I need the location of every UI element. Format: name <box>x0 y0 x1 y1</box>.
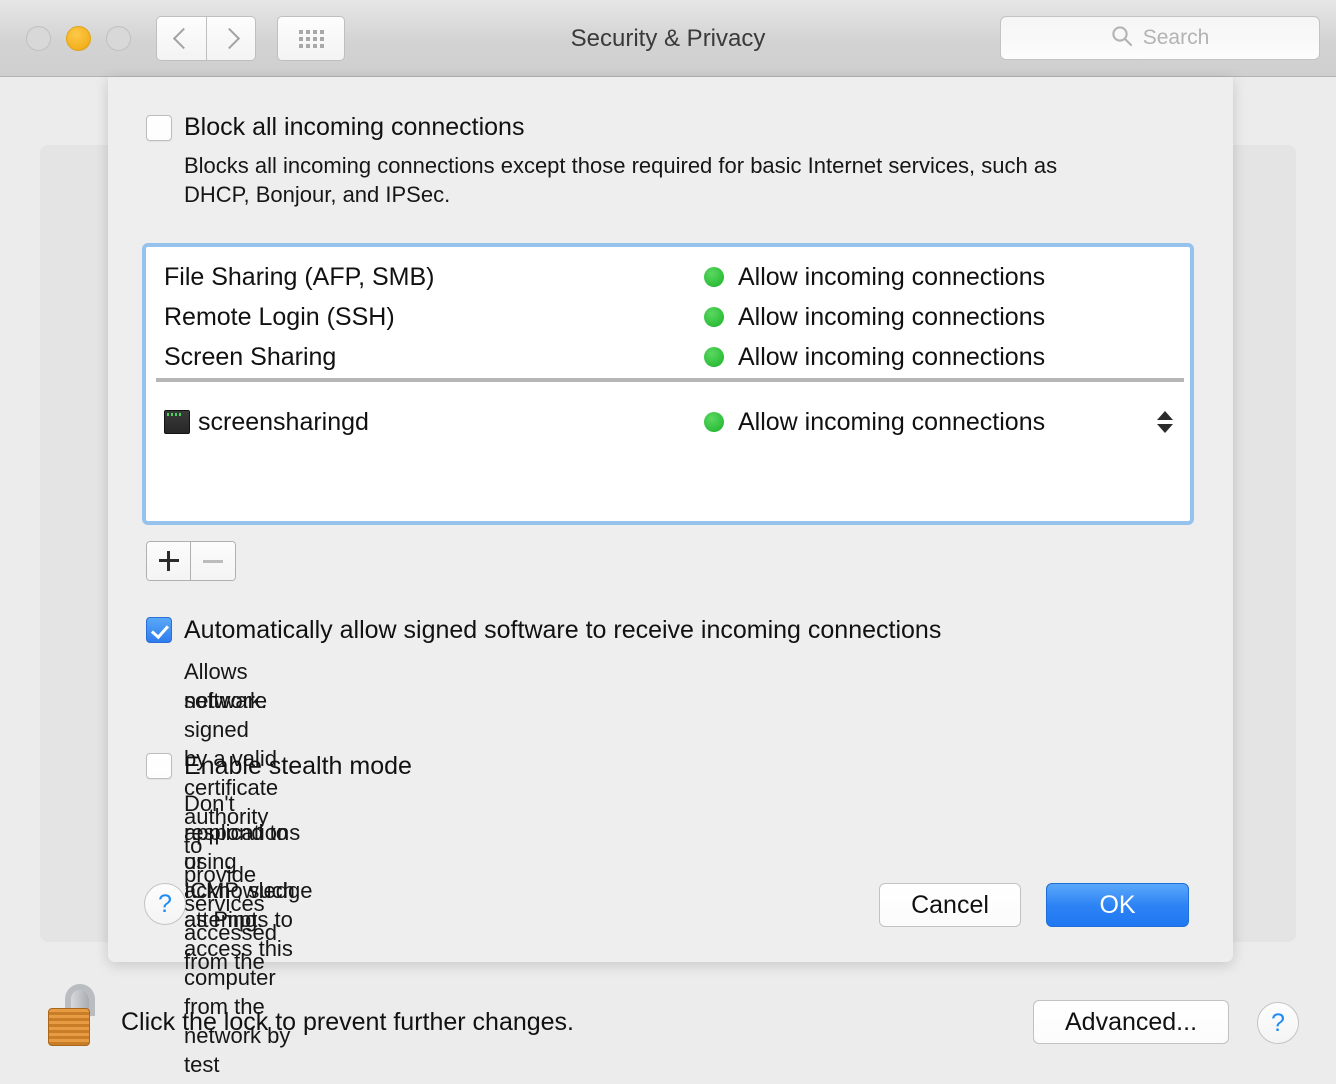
show-all-button[interactable] <box>277 16 345 61</box>
service-name: File Sharing (AFP, SMB) <box>164 263 434 292</box>
service-state: Allow incoming connections <box>738 343 1045 372</box>
block-all-description-line2: DHCP, Bonjour, and IPSec. <box>184 180 1174 209</box>
lock-hint-text: Click the lock to prevent further change… <box>121 1008 574 1037</box>
forward-button[interactable] <box>206 16 256 61</box>
plus-icon <box>159 551 179 571</box>
remove-app-button[interactable] <box>191 542 235 580</box>
show-all-grid-icon <box>299 30 324 48</box>
window-help-button[interactable]: ? <box>1257 1002 1299 1044</box>
status-dot <box>704 267 724 287</box>
chevron-left-icon <box>173 28 194 49</box>
table-row[interactable]: Remote Login (SSH) Allow incoming connec… <box>146 297 1190 337</box>
zoom-button[interactable] <box>106 26 131 51</box>
stealth-mode-label: Enable stealth mode <box>184 752 412 781</box>
auto-allow-checkbox[interactable] <box>146 617 172 643</box>
minus-icon <box>203 560 223 563</box>
advanced-button[interactable]: Advanced... <box>1033 1000 1229 1044</box>
status-dot <box>704 412 724 432</box>
unlocked-padlock-icon[interactable] <box>48 984 98 1046</box>
block-all-description-line1: Blocks all incoming connections except t… <box>184 151 1174 180</box>
add-remove-button-group <box>146 541 236 581</box>
back-button[interactable] <box>156 16 206 61</box>
service-state: Allow incoming connections <box>738 263 1045 292</box>
padlock-body <box>48 1008 90 1046</box>
status-dot <box>704 347 724 367</box>
terminal-app-icon <box>164 410 190 434</box>
app-state-stepper[interactable] <box>1154 405 1176 439</box>
status-dot <box>704 307 724 327</box>
service-state: Allow incoming connections <box>738 303 1045 332</box>
app-name: screensharingd <box>198 408 369 437</box>
table-row[interactable]: Screen Sharing Allow incoming connection… <box>146 337 1190 377</box>
search-icon <box>1111 25 1133 52</box>
sheet-help-button[interactable]: ? <box>144 883 186 925</box>
table-row[interactable]: screensharingd Allow incoming connection… <box>146 402 1190 442</box>
cancel-button[interactable]: Cancel <box>879 883 1021 927</box>
add-app-button[interactable] <box>147 542 191 580</box>
chevron-up-icon <box>1157 411 1173 420</box>
stealth-mode-checkbox[interactable] <box>146 753 172 779</box>
firewall-services-list[interactable]: File Sharing (AFP, SMB) Allow incoming c… <box>142 243 1194 525</box>
window-titlebar: Security & Privacy Search <box>0 0 1336 77</box>
close-button[interactable] <box>26 26 51 51</box>
security-privacy-window: Security & Privacy Search Block all inco… <box>0 0 1336 1084</box>
service-name: Screen Sharing <box>164 343 336 372</box>
auto-allow-label: Automatically allow signed software to r… <box>184 616 941 645</box>
auto-allow-description-line2: network. <box>184 686 267 715</box>
ok-button[interactable]: OK <box>1046 883 1189 927</box>
search-placeholder: Search <box>1143 26 1210 50</box>
app-state: Allow incoming connections <box>738 408 1045 437</box>
search-field[interactable]: Search <box>1000 16 1320 60</box>
chevron-down-icon <box>1157 424 1173 433</box>
stealth-mode-description-line2: applications using ICMP, such as Ping. <box>184 818 300 934</box>
minimize-button[interactable] <box>66 26 91 51</box>
service-name: Remote Login (SSH) <box>164 303 395 332</box>
table-row[interactable]: File Sharing (AFP, SMB) Allow incoming c… <box>146 257 1190 297</box>
list-separator <box>156 378 1184 382</box>
block-all-checkbox[interactable] <box>146 115 172 141</box>
chevron-right-icon <box>218 28 239 49</box>
block-all-label: Block all incoming connections <box>184 113 524 142</box>
